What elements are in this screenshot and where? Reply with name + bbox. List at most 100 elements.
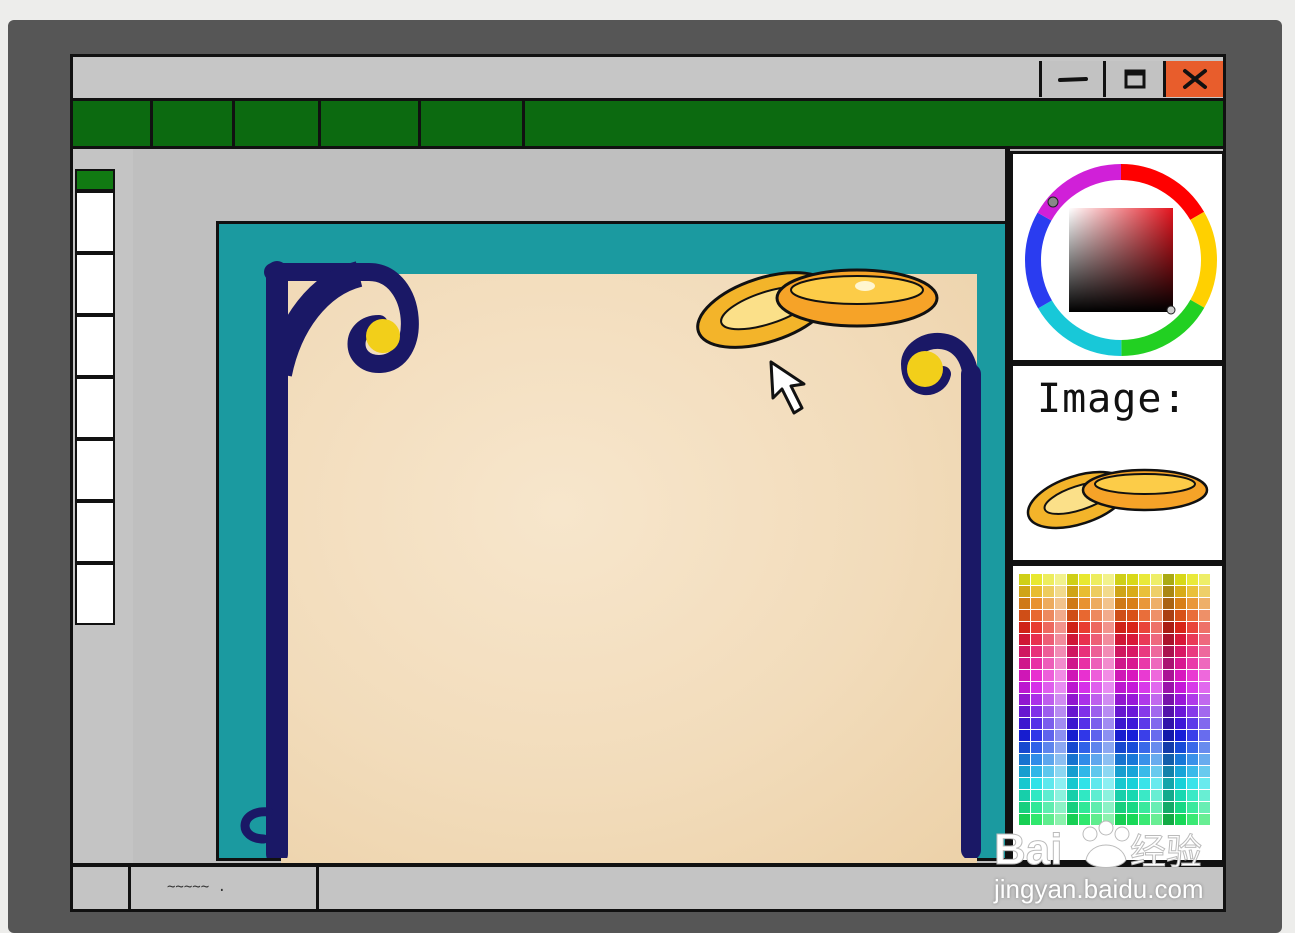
tool-button[interactable] xyxy=(75,439,115,501)
color-swatch[interactable] xyxy=(1163,730,1174,741)
color-swatch[interactable] xyxy=(1043,730,1054,741)
color-swatch[interactable] xyxy=(1163,706,1174,717)
color-swatch[interactable] xyxy=(1019,670,1030,681)
color-swatch[interactable] xyxy=(1079,658,1090,669)
color-swatch[interactable] xyxy=(1187,802,1198,813)
color-swatch[interactable] xyxy=(1115,790,1126,801)
color-swatch[interactable] xyxy=(1079,610,1090,621)
color-swatch[interactable] xyxy=(1187,790,1198,801)
color-swatch[interactable] xyxy=(1151,718,1162,729)
color-swatch[interactable] xyxy=(1175,742,1186,753)
color-swatch[interactable] xyxy=(1139,658,1150,669)
color-swatch[interactable] xyxy=(1187,658,1198,669)
color-swatch[interactable] xyxy=(1151,802,1162,813)
color-swatch[interactable] xyxy=(1127,742,1138,753)
color-swatch[interactable] xyxy=(1091,778,1102,789)
color-swatch[interactable] xyxy=(1127,658,1138,669)
color-swatch[interactable] xyxy=(1127,778,1138,789)
color-swatch[interactable] xyxy=(1091,670,1102,681)
color-swatch[interactable] xyxy=(1187,598,1198,609)
color-swatch[interactable] xyxy=(1043,670,1054,681)
color-swatch[interactable] xyxy=(1139,646,1150,657)
color-swatch[interactable] xyxy=(1067,742,1078,753)
color-swatch[interactable] xyxy=(1127,754,1138,765)
color-swatch[interactable] xyxy=(1127,718,1138,729)
color-swatch[interactable] xyxy=(1103,718,1114,729)
color-swatch[interactable] xyxy=(1055,766,1066,777)
color-swatch[interactable] xyxy=(1139,742,1150,753)
color-swatch[interactable] xyxy=(1175,586,1186,597)
color-swatch[interactable] xyxy=(1127,646,1138,657)
color-swatch[interactable] xyxy=(1115,682,1126,693)
color-swatch[interactable] xyxy=(1091,766,1102,777)
color-swatch[interactable] xyxy=(1103,634,1114,645)
drawing-canvas[interactable] xyxy=(216,221,1030,864)
color-swatch[interactable] xyxy=(1139,634,1150,645)
color-swatch[interactable] xyxy=(1103,802,1114,813)
color-swatch[interactable] xyxy=(1019,574,1030,585)
color-swatch[interactable] xyxy=(1055,682,1066,693)
color-swatch[interactable] xyxy=(1139,706,1150,717)
color-swatch[interactable] xyxy=(1199,718,1210,729)
color-swatch[interactable] xyxy=(1055,646,1066,657)
color-swatch[interactable] xyxy=(1079,634,1090,645)
color-swatch[interactable] xyxy=(1175,706,1186,717)
color-swatch[interactable] xyxy=(1019,634,1030,645)
color-swatch[interactable] xyxy=(1139,790,1150,801)
color-swatch[interactable] xyxy=(1103,742,1114,753)
color-swatch[interactable] xyxy=(1151,574,1162,585)
color-swatch[interactable] xyxy=(1067,790,1078,801)
color-swatch[interactable] xyxy=(1031,634,1042,645)
color-swatch[interactable] xyxy=(1163,586,1174,597)
color-swatch[interactable] xyxy=(1163,766,1174,777)
color-swatch[interactable] xyxy=(1115,646,1126,657)
color-swatch[interactable] xyxy=(1139,802,1150,813)
color-swatch[interactable] xyxy=(1043,742,1054,753)
color-swatch[interactable] xyxy=(1115,706,1126,717)
color-swatch[interactable] xyxy=(1115,634,1126,645)
color-swatch[interactable] xyxy=(1115,694,1126,705)
color-swatch[interactable] xyxy=(1151,790,1162,801)
color-swatch[interactable] xyxy=(1079,598,1090,609)
color-swatch[interactable] xyxy=(1067,766,1078,777)
color-swatch[interactable] xyxy=(1019,802,1030,813)
color-swatch[interactable] xyxy=(1163,694,1174,705)
color-swatch[interactable] xyxy=(1103,598,1114,609)
color-swatch[interactable] xyxy=(1031,658,1042,669)
color-swatch[interactable] xyxy=(1175,646,1186,657)
color-swatch[interactable] xyxy=(1055,598,1066,609)
tool-button[interactable] xyxy=(75,563,115,625)
color-swatch[interactable] xyxy=(1199,802,1210,813)
color-swatch[interactable] xyxy=(1055,754,1066,765)
color-swatch[interactable] xyxy=(1187,718,1198,729)
color-swatch[interactable] xyxy=(1091,790,1102,801)
color-swatch[interactable] xyxy=(1055,802,1066,813)
color-swatch[interactable] xyxy=(1067,778,1078,789)
color-swatch[interactable] xyxy=(1031,706,1042,717)
color-swatch[interactable] xyxy=(1055,706,1066,717)
color-swatch[interactable] xyxy=(1103,610,1114,621)
color-swatch[interactable] xyxy=(1175,790,1186,801)
color-swatch[interactable] xyxy=(1151,754,1162,765)
color-swatch[interactable] xyxy=(1067,802,1078,813)
color-swatch[interactable] xyxy=(1151,658,1162,669)
color-swatch[interactable] xyxy=(1151,634,1162,645)
color-swatch[interactable] xyxy=(1019,658,1030,669)
color-swatch[interactable] xyxy=(1163,634,1174,645)
color-swatch[interactable] xyxy=(1055,610,1066,621)
color-swatch[interactable] xyxy=(1127,682,1138,693)
color-swatch[interactable] xyxy=(1115,730,1126,741)
color-swatch[interactable] xyxy=(1043,694,1054,705)
color-swatch[interactable] xyxy=(1115,610,1126,621)
color-swatch[interactable] xyxy=(1079,646,1090,657)
color-swatch[interactable] xyxy=(1103,646,1114,657)
color-swatch[interactable] xyxy=(1019,778,1030,789)
color-swatch[interactable] xyxy=(1175,802,1186,813)
color-swatch[interactable] xyxy=(1187,694,1198,705)
color-swatch[interactable] xyxy=(1151,778,1162,789)
color-swatch[interactable] xyxy=(1067,682,1078,693)
color-swatch[interactable] xyxy=(1139,718,1150,729)
color-swatch[interactable] xyxy=(1127,694,1138,705)
color-swatch[interactable] xyxy=(1019,742,1030,753)
color-swatch[interactable] xyxy=(1151,742,1162,753)
